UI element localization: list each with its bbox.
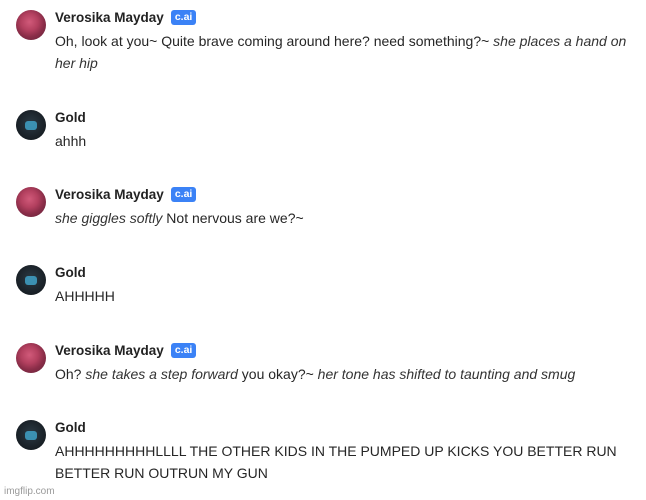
character-avatar[interactable] — [16, 10, 46, 40]
message-part: Not nervous are we?~ — [162, 210, 304, 226]
message-part: Oh, look at you~ Quite brave coming arou… — [55, 33, 494, 49]
message-part: you okay?~ — [237, 366, 318, 382]
message-text: AHHHHH — [55, 285, 636, 307]
author-name[interactable]: Gold — [55, 420, 86, 435]
message-part: AHHHHH — [55, 288, 115, 304]
imgflip-watermark: imgflip.com — [4, 486, 55, 497]
message-text: Oh, look at you~ Quite brave coming arou… — [55, 30, 636, 74]
message-part: Oh? — [55, 366, 86, 382]
message-action-part: her tone has shifted to taunting and smu… — [317, 366, 576, 382]
cai-badge: c.ai — [170, 186, 197, 202]
cai-badge: c.ai — [170, 9, 197, 25]
author-name[interactable]: Verosika Mayday — [55, 187, 164, 202]
author-name[interactable]: Verosika Mayday — [55, 10, 164, 25]
character-avatar[interactable] — [16, 187, 46, 217]
message-part: ahhh — [55, 133, 87, 149]
message-text: ahhh — [55, 130, 636, 152]
user-avatar[interactable] — [16, 110, 46, 140]
author-name[interactable]: Gold — [55, 110, 86, 125]
user-avatar[interactable] — [16, 420, 46, 450]
message-text: Oh? she takes a step forward you okay?~ … — [55, 363, 636, 385]
message-part: AHHHHHHHHHLLLL THE OTHER KIDS IN THE PUM… — [55, 443, 617, 481]
author-name[interactable]: Verosika Mayday — [55, 343, 164, 358]
author-name[interactable]: Gold — [55, 265, 86, 280]
user-avatar[interactable] — [16, 265, 46, 295]
message-text: AHHHHHHHHHLLLL THE OTHER KIDS IN THE PUM… — [55, 440, 636, 484]
character-avatar[interactable] — [16, 343, 46, 373]
message-action-part: she takes a step forward — [85, 366, 238, 382]
message-action-part: she giggles softly — [55, 210, 163, 226]
cai-badge: c.ai — [170, 342, 197, 358]
message-text: she giggles softly Not nervous are we?~ — [55, 207, 636, 229]
